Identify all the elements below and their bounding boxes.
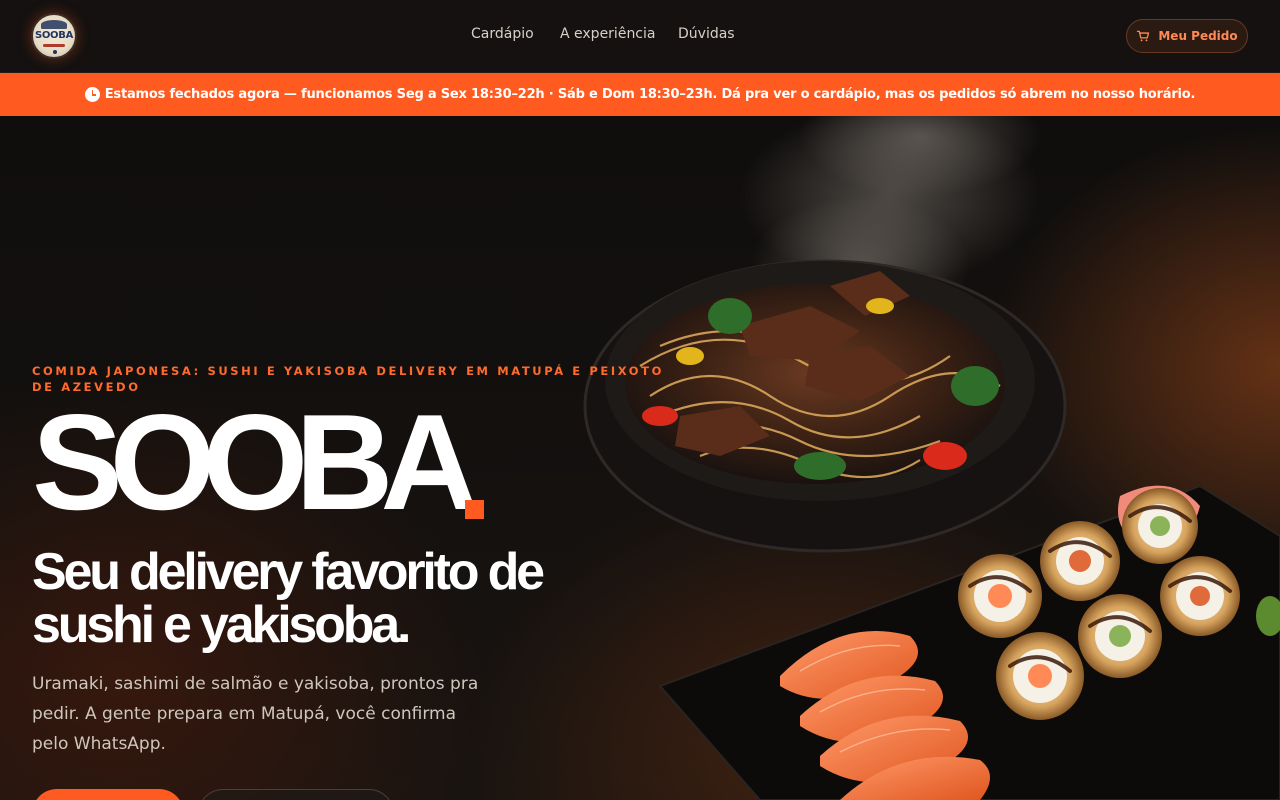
hero-description: Uramaki, sashimi de salmão e yakisoba, p… <box>32 674 479 754</box>
logo-dot <box>53 50 57 54</box>
site-header: SOOBA Cardápio A experiência Dúvidas Meu… <box>0 0 1280 73</box>
my-order-button[interactable]: Meu Pedido <box>1126 19 1248 53</box>
logo-bowl-mark <box>41 20 67 29</box>
closed-hours-banner: Estamos fechados agora — funcionamos Seg… <box>0 73 1280 116</box>
brand-dot <box>465 500 484 519</box>
cart-icon <box>1137 30 1150 42</box>
hero-secondary-button[interactable] <box>198 789 394 800</box>
logo-text: SOOBA <box>34 30 74 41</box>
hero-primary-button[interactable] <box>32 789 184 800</box>
clock-icon <box>84 87 100 102</box>
my-order-label: Meu Pedido <box>1158 29 1238 43</box>
nav-link-experiencia[interactable]: A experiência <box>560 26 655 42</box>
sooba-logo[interactable]: SOOBA <box>31 13 77 59</box>
nav-link-duvidas[interactable]: Dúvidas <box>678 26 735 42</box>
banner-text: Estamos fechados agora — funcionamos Seg… <box>104 87 1196 102</box>
nav-link-cardapio[interactable]: Cardápio <box>471 26 534 42</box>
hero-section: Comida japonesa: sushi e yakisoba delive… <box>0 116 1280 800</box>
hero-tagline: Seu delivery favorito de sushi e yakisob… <box>32 543 545 654</box>
hero-brand: SOOBA <box>32 386 479 538</box>
logo-stripe <box>43 44 65 47</box>
